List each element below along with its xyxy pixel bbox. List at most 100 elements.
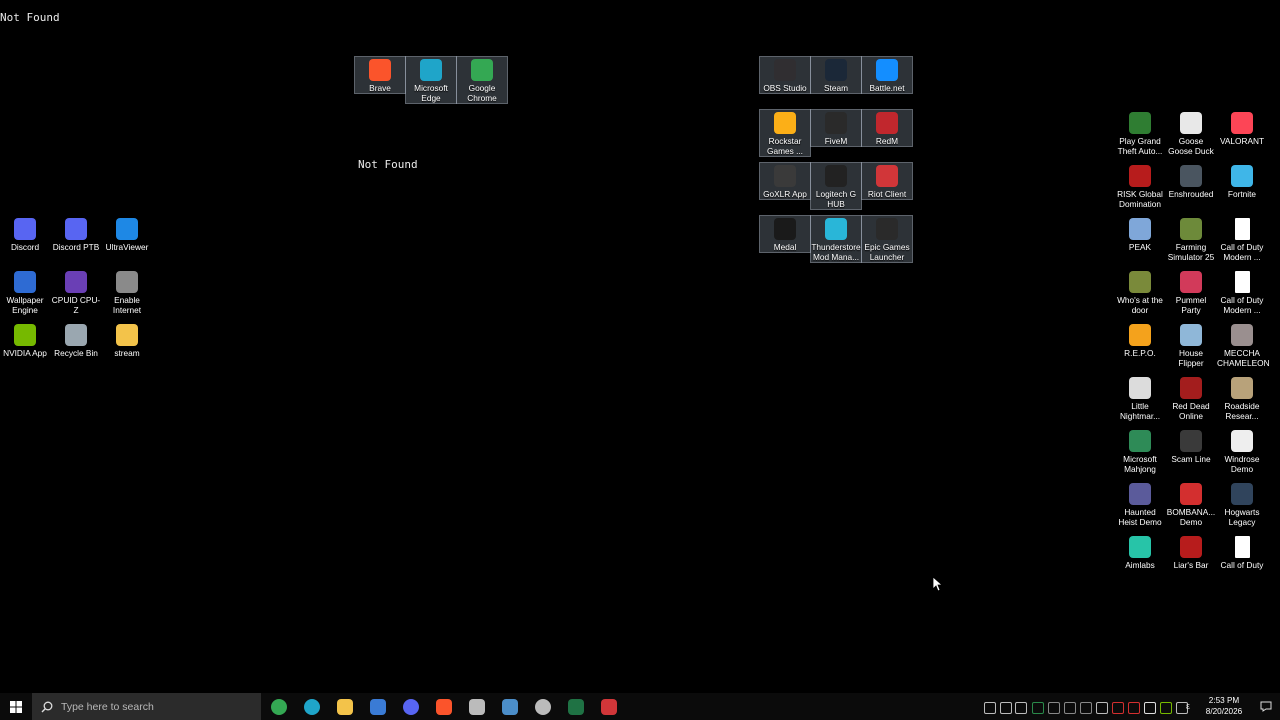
app-tray-icon[interactable] [1160,702,1172,714]
taskbar-app-edge[interactable] [296,693,328,720]
desktop-icon-discord-ptb[interactable]: Discord PTB [51,216,101,252]
app-tray-icon[interactable] [1144,702,1156,714]
mouse-cursor [933,577,943,592]
desktop-icon-battlenet[interactable]: Battle.net [861,56,913,94]
microphone-icon[interactable] [984,702,996,714]
desktop-icon-file[interactable]: Call of Duty Modern ... [1217,269,1267,315]
desktop-icon-liars-bar[interactable]: Liar's Bar [1166,534,1216,570]
discord-ptb-icon [403,698,419,715]
taskbar-app-chrome[interactable] [263,693,295,720]
volume-icon[interactable] [1015,702,1027,714]
desktop-icon-steam[interactable]: Steam [810,56,862,94]
desktop-icon-windrose[interactable]: Windrose Demo [1217,428,1267,474]
desktop-icon-thunderstore[interactable]: Thunderstore Mod Mana... [810,215,862,263]
desktop-icon-bombana[interactable]: BOMBANA... Demo [1166,481,1216,527]
desktop-icon-aimlabs[interactable]: Aimlabs [1115,534,1165,570]
desktop-icon-whos-at-door[interactable]: Who's at the door [1115,269,1165,315]
input-indicator[interactable]: ε [1186,701,1190,711]
desktop-icon-haunted-heist[interactable]: Haunted Heist Demo [1115,481,1165,527]
thunderstore-icon [825,218,847,240]
desktop-icon-ultraviewer[interactable]: UltraViewer [102,216,152,252]
desktop-icon-risk[interactable]: RISK Global Domination [1115,163,1165,209]
desktop-icon-roadside[interactable]: Roadside Resear... [1217,375,1267,421]
desktop-icon-recycle-bin[interactable]: Recycle Bin [51,322,101,358]
redm-icon [876,112,898,134]
brave-icon [369,59,391,81]
app-tray-icon[interactable] [1032,702,1044,714]
desktop-icon-goxlr[interactable]: GoXLR App [759,162,811,200]
taskbar-app-file-explorer[interactable] [329,693,361,720]
windows-icon [10,700,22,713]
app-tray-icon[interactable] [1064,702,1076,714]
network-icon[interactable] [1000,702,1012,714]
desktop-icon-peak[interactable]: PEAK [1115,216,1165,252]
taskbar-app-discord-ptb[interactable] [395,693,427,720]
desktop-icon-file[interactable]: Call of Duty [1217,534,1267,570]
app-tray-icon[interactable] [1112,702,1124,714]
taskbar-app-riot-client[interactable] [593,693,625,720]
taskbar-app-brave[interactable] [428,693,460,720]
desktop-icon-gta[interactable]: Play Grand Theft Auto... [1115,110,1165,156]
desktop-icon-riot[interactable]: Riot Client [861,162,913,200]
desktop-icon-brave[interactable]: Brave [354,56,406,94]
desktop-icon-rockstar[interactable]: Rockstar Games ... [759,109,811,157]
desktop-icon-rdo[interactable]: Red Dead Online [1166,375,1216,421]
rockstar-icon [774,112,796,134]
desktop-icon-label: Windrose Demo [1224,454,1260,474]
desktop-icon-repo[interactable]: R.E.P.O. [1115,322,1165,358]
desktop-icon-logitech[interactable]: Logitech G HUB [810,162,862,210]
desktop-icon-little-nightmares[interactable]: Little Nightmar... [1115,375,1165,421]
desktop-icon-fortnite[interactable]: Fortnite [1217,163,1267,199]
enable-internet-icon [116,271,138,293]
desktop-icon-label: Thunderstore Mod Mana... [811,242,861,262]
desktop-icon-redm[interactable]: RedM [861,109,913,147]
desktop-icon-label: Riot Client [867,189,907,199]
desktop-icon-pummel-party[interactable]: Pummel Party [1166,269,1216,315]
desktop-icon-farming[interactable]: Farming Simulator 25 [1166,216,1216,262]
desktop-icon-discord[interactable]: Discord [0,216,50,252]
desktop-icon-epic-games[interactable]: Epic Games Launcher [861,215,913,263]
desktop-icon-hogwarts[interactable]: Hogwarts Legacy [1217,481,1267,527]
desktop-icon-label: Enshrouded [1168,189,1214,199]
desktop-icon-house-flipper[interactable]: House Flipper [1166,322,1216,368]
desktop-icon-folder[interactable]: stream [102,322,152,358]
desktop-icon-goose[interactable]: Goose Goose Duck [1166,110,1216,156]
taskbar-app-obs-studio[interactable] [527,693,559,720]
desktop-icon-nvidia[interactable]: NVIDIA App [0,322,50,358]
start-button[interactable] [0,693,32,720]
desktop-icon-valorant[interactable]: VALORANT [1217,110,1267,146]
obs-studio-icon [535,698,551,715]
ultraviewer-icon [116,218,138,240]
desktop-icon-file[interactable]: Call of Duty Modern ... [1217,216,1267,262]
app-tray-icon[interactable] [1128,702,1140,714]
taskbar-app-unknown-app[interactable] [461,693,493,720]
desktop-icon-label: BOMBANA... Demo [1166,507,1216,527]
taskbar-search-box[interactable]: Type here to search [32,693,261,720]
riot-client-icon [601,698,617,715]
desktop-icon-scam-line[interactable]: Scam Line [1166,428,1216,464]
desktop-icon-medal[interactable]: Medal [759,215,811,253]
desktop-icon-label: Call of Duty [1220,560,1264,570]
desktop-icon-label: VALORANT [1219,136,1265,146]
desktop-icon-obs[interactable]: OBS Studio [759,56,811,94]
desktop-icon-mahjong[interactable]: Microsoft Mahjong [1115,428,1165,474]
notification-center-button[interactable] [1252,693,1280,720]
desktop-icon-wallpaper-engine[interactable]: Wallpaper Engine [0,269,50,315]
taskbar-app-microsoft-store[interactable] [362,693,394,720]
desktop-icon-meccha[interactable]: MECCHA CHAMELEON [1217,322,1270,368]
desktop-icon-chrome[interactable]: Google Chrome [456,56,508,104]
taskbar-app-excel[interactable] [560,693,592,720]
desktop-icon-fivem[interactable]: FiveM [810,109,862,147]
taskbar-app-steam[interactable] [494,693,526,720]
desktop-icon-label: Little Nightmar... [1119,401,1161,421]
taskbar-clock[interactable]: 2:53 PM 8/20/2026 [1196,695,1252,717]
desktop-icon-enshrouded[interactable]: Enshrouded [1166,163,1216,199]
desktop-icon-label: PEAK [1128,242,1152,252]
app-tray-icon[interactable] [1096,702,1108,714]
desktop-icon-edge[interactable]: Microsoft Edge [405,56,457,104]
app-tray-icon[interactable] [1048,702,1060,714]
app-tray-icon[interactable] [1080,702,1092,714]
desktop-icon-enable-internet[interactable]: Enable Internet [102,269,152,315]
desktop-icon-cpuz[interactable]: CPUID CPU-Z [51,269,101,315]
file-icon [1234,271,1250,293]
